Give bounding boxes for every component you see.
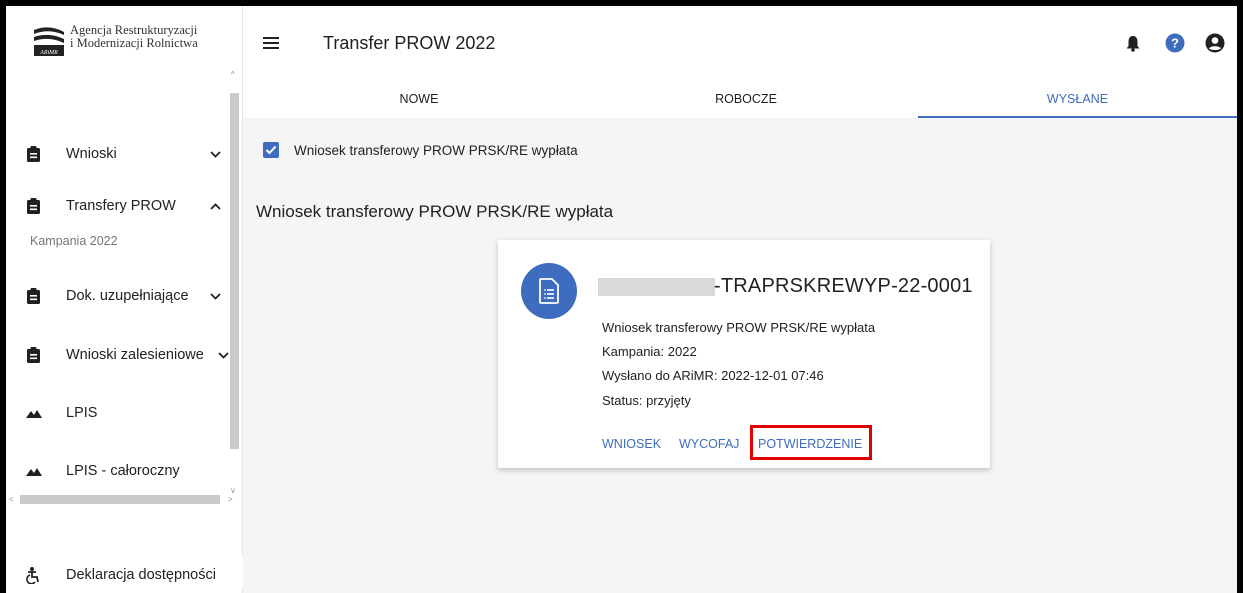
clipboard-icon xyxy=(26,288,40,304)
tab-bar: NOWE ROBOCZE WYSŁANE xyxy=(243,80,1237,118)
clipboard-icon xyxy=(26,146,40,162)
clipboard-icon xyxy=(26,347,40,363)
mountain-icon xyxy=(26,463,42,479)
tab-wyslane[interactable]: WYSŁANE xyxy=(918,80,1237,118)
scrollbar-thumb[interactable] xyxy=(230,93,239,449)
sidebar-item-label: Wnioski xyxy=(66,146,117,162)
sidebar-item-label: Wnioski zalesieniowe xyxy=(66,347,204,363)
sidebar-item-lpis[interactable]: LPIS xyxy=(6,393,230,433)
sidebar-item-lpis-caloroczny[interactable]: LPIS - całoroczny xyxy=(6,451,230,491)
arimr-logo: ARiMR xyxy=(34,27,64,56)
sidebar-item-label: LPIS - całoroczny xyxy=(66,463,180,479)
sidebar-horizontal-scrollbar[interactable]: < > xyxy=(6,493,243,507)
logo-text: ARiMR xyxy=(39,50,58,56)
sent-date-text: Wysłano do ARiMR: 2022-12-01 07:46 xyxy=(602,368,824,383)
top-app-bar: Transfer PROW 2022 ? xyxy=(243,6,1237,80)
menu-icon[interactable] xyxy=(263,37,279,49)
mountain-icon xyxy=(26,405,42,421)
scroll-right-icon[interactable]: > xyxy=(228,496,233,504)
help-icon[interactable]: ? xyxy=(1165,33,1185,53)
document-icon xyxy=(521,263,577,319)
chevron-up-icon[interactable] xyxy=(208,199,222,213)
logo[interactable]: ARiMR Agencja Restrukturyzacji i Moderni… xyxy=(6,6,243,81)
chevron-down-icon[interactable] xyxy=(208,147,222,161)
bell-icon[interactable] xyxy=(1123,33,1143,53)
sidebar-vertical-scrollbar[interactable]: ^ v xyxy=(228,63,241,503)
scrollbar-thumb[interactable] xyxy=(20,495,220,504)
tab-nowe[interactable]: NOWE xyxy=(263,80,575,118)
clipboard-icon xyxy=(26,198,40,214)
chevron-down-icon[interactable] xyxy=(208,289,222,303)
sidebar-subitem-kampania-2022[interactable]: Kampania 2022 xyxy=(30,234,118,248)
filter-checkbox-row[interactable]: Wniosek transferowy PROW PRSK/RE wypłata xyxy=(263,142,578,158)
accessibility-icon xyxy=(26,567,40,585)
section-title: Wniosek transferowy PROW PRSK/RE wypłata xyxy=(256,202,614,221)
sidebar-item-deklaracja-dostepnosci[interactable]: Deklaracja dostępności xyxy=(6,558,243,588)
highlight-annotation xyxy=(750,425,872,460)
sidebar-item-wnioski-zalesieniowe[interactable]: Wnioski zalesieniowe xyxy=(6,335,230,375)
svg-text:?: ? xyxy=(1171,36,1179,51)
scroll-left-icon[interactable]: < xyxy=(9,496,14,504)
account-icon[interactable] xyxy=(1205,33,1225,53)
sidebar-item-wnioski[interactable]: Wnioski xyxy=(6,134,230,174)
sidebar-item-label: LPIS xyxy=(66,405,98,421)
sidebar-item-dok-uzupelniajace[interactable]: Dok. uzupełniające xyxy=(6,276,230,316)
application-card: -TRAPRSKREWYP-22-0001 Wniosek transferow… xyxy=(498,240,990,468)
scroll-up-icon[interactable]: ^ xyxy=(231,71,235,79)
sidebar-item-label: Transfery PROW xyxy=(66,198,176,214)
campaign-text: Kampania: 2022 xyxy=(602,344,697,359)
filter-label: Wniosek transferowy PROW PRSK/RE wypłata xyxy=(294,142,578,158)
active-tab-indicator xyxy=(918,116,1237,118)
page-title: Transfer PROW 2022 xyxy=(323,33,496,53)
org-name: Agencja Restrukturyzacji i Modernizacji … xyxy=(70,24,220,50)
tab-robocze[interactable]: ROBOCZE xyxy=(586,80,906,118)
wycofaj-button[interactable]: WYCOFAJ xyxy=(679,437,739,451)
app-window: ARiMR Agencja Restrukturyzacji i Moderni… xyxy=(6,6,1237,593)
sidebar-item-transfery-prow[interactable]: Transfery PROW xyxy=(6,186,230,226)
checkbox-checked[interactable] xyxy=(263,142,279,158)
application-id: -TRAPRSKREWYP-22-0001 xyxy=(714,275,973,297)
sidebar-item-label: Dok. uzupełniające xyxy=(66,288,189,304)
status-text: Status: przyjęty xyxy=(602,393,691,408)
redacted-id xyxy=(598,278,715,296)
application-type: Wniosek transferowy PROW PRSK/RE wypłata xyxy=(602,320,876,335)
org-name-line2: i Modernizacji Rolnictwa xyxy=(70,36,198,50)
sidebar: ARiMR Agencja Restrukturyzacji i Moderni… xyxy=(6,6,243,593)
wniosek-button[interactable]: WNIOSEK xyxy=(602,437,661,451)
sidebar-item-label: Deklaracja dostępności xyxy=(66,567,216,583)
